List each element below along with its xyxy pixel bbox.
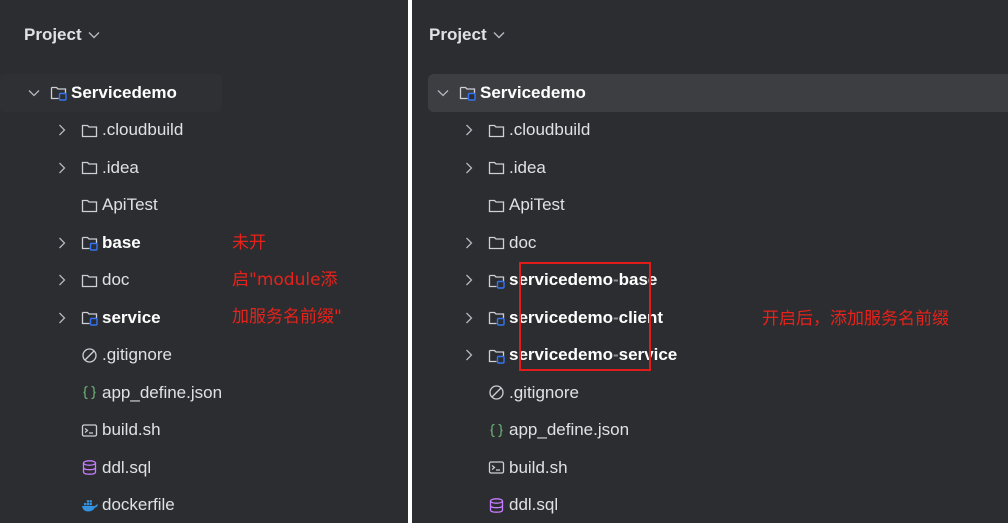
ignore-file-icon (489, 385, 504, 400)
json-file-icon (490, 423, 503, 437)
tree-root-servicedemo[interactable]: Servicedemo (0, 74, 222, 112)
folder-icon (488, 199, 505, 212)
tree-item[interactable]: .gitignore (0, 337, 408, 375)
module-folder-icon (81, 237, 98, 251)
chevron-down-icon[interactable] (27, 84, 41, 102)
tree-item[interactable]: build.sh (0, 412, 408, 450)
module-folder-icon (488, 312, 505, 326)
chevron-right-icon[interactable] (462, 121, 476, 139)
chevron-right-icon[interactable] (55, 159, 69, 177)
tree-item[interactable]: ApiTest (0, 187, 408, 225)
tree-item[interactable]: dockerfile (0, 487, 408, 523)
tree-item-label: build.sh (102, 420, 161, 440)
folder-icon (488, 124, 505, 137)
tree-item-label: ddl.sql (102, 457, 152, 477)
left-project-tree: Servicedemo .cloudbuild .idea ApiTest base do… (0, 74, 408, 523)
right-project-panel: Project Servicedemo .cloudbuild .idea ApiTe… (412, 0, 1008, 523)
ignore-file-icon (82, 348, 97, 363)
tree-item[interactable]: service (0, 299, 408, 337)
tree-item[interactable]: servicedemo-service (412, 337, 1008, 375)
annotation-line-3: 加服务名前缀" (232, 307, 342, 327)
tree-item[interactable]: app_define.json (412, 412, 1008, 450)
annotation-line-1: 未开 (232, 233, 266, 253)
tree-item-label: ddl.sql (509, 495, 559, 515)
right-panel-header[interactable]: Project (412, 10, 1008, 60)
chevron-right-icon[interactable] (462, 159, 476, 177)
chevron-right-icon[interactable] (55, 309, 69, 327)
tree-item[interactable]: .cloudbuild (412, 112, 1008, 150)
tree-item-label: app_define.json (509, 420, 630, 440)
tree-item[interactable]: build.sh (412, 449, 1008, 487)
tree-item[interactable]: app_define.json (0, 374, 408, 412)
tree-item[interactable]: .idea (412, 149, 1008, 187)
tree-item[interactable]: .cloudbuild (0, 112, 408, 150)
sql-file-icon (489, 497, 504, 513)
tree-item-label: build.sh (509, 457, 568, 477)
tree-item[interactable]: ddl.sql (0, 449, 408, 487)
tree-root-servicedemo[interactable]: Servicedemo (428, 74, 1008, 112)
annotation-line-2: 启"module添 (232, 270, 338, 290)
tree-item-label: Servicedemo (71, 82, 177, 102)
chevron-right-icon[interactable] (462, 309, 476, 327)
chevron-right-icon[interactable] (55, 271, 69, 289)
module-folder-icon (488, 274, 505, 289)
docker-icon (82, 499, 98, 512)
module-folder-icon (488, 349, 505, 364)
tree-item-label: Servicedemo (480, 82, 586, 102)
tree-item-label: .gitignore (509, 382, 579, 402)
tree-item-label: doc (102, 270, 130, 290)
folder-icon (81, 162, 98, 175)
chevron-right-icon[interactable] (55, 121, 69, 139)
shell-script-icon (81, 424, 98, 437)
panel-title: Project (429, 25, 487, 44)
left-project-panel: Project Servicedemo .cloudbuild .idea ApiTe… (0, 0, 408, 523)
tree-item[interactable]: doc (412, 224, 1008, 262)
module-folder-icon (81, 312, 98, 326)
tree-item[interactable]: .idea (0, 149, 408, 187)
tree-item-label: dockerfile (102, 495, 175, 515)
chevron-right-icon[interactable] (462, 346, 476, 364)
chevron-down-icon[interactable] (436, 84, 450, 102)
chevron-right-icon[interactable] (55, 234, 69, 252)
folder-icon (488, 162, 505, 175)
tree-item-label: ApiTest (102, 195, 158, 215)
tree-item[interactable]: servicedemo-base (412, 262, 1008, 300)
tree-item[interactable]: ApiTest (412, 187, 1008, 225)
tree-item[interactable]: base (0, 224, 408, 262)
right-project-tree: Servicedemo .cloudbuild .idea ApiTest doc ser… (412, 74, 1008, 523)
tree-item-label: .idea (102, 157, 139, 177)
folder-icon (81, 124, 98, 137)
chevron-right-icon[interactable] (462, 234, 476, 252)
folder-icon (488, 237, 505, 250)
module-folder-icon (50, 87, 67, 101)
left-panel-header[interactable]: Project (0, 10, 408, 60)
shell-script-icon (488, 461, 505, 474)
module-folder-icon (459, 87, 476, 101)
folder-icon (81, 199, 98, 212)
tree-item-label: service (102, 307, 161, 327)
tree-item-label: app_define.json (102, 382, 223, 402)
highlight-box (519, 262, 651, 371)
tree-item-label: doc (509, 232, 537, 252)
panel-title: Project (24, 25, 82, 44)
tree-item[interactable]: ddl.sql (412, 487, 1008, 523)
tree-item-label: .cloudbuild (509, 120, 591, 140)
tree-item-label: base (102, 232, 141, 252)
tree-item-label: .cloudbuild (102, 120, 184, 140)
chevron-right-icon[interactable] (462, 271, 476, 289)
json-file-icon (83, 386, 96, 400)
annotation-text: 开启后，添加服务名前缀 (762, 309, 949, 329)
folder-icon (81, 274, 98, 287)
tree-item[interactable]: doc (0, 262, 408, 300)
chevron-down-icon[interactable] (88, 28, 100, 42)
tree-item-label: ApiTest (509, 195, 565, 215)
sql-file-icon (82, 460, 97, 476)
chevron-down-icon[interactable] (493, 28, 505, 42)
tree-item[interactable]: .gitignore (412, 374, 1008, 412)
tree-item-label: .gitignore (102, 345, 172, 365)
tree-item-label: .idea (509, 157, 546, 177)
